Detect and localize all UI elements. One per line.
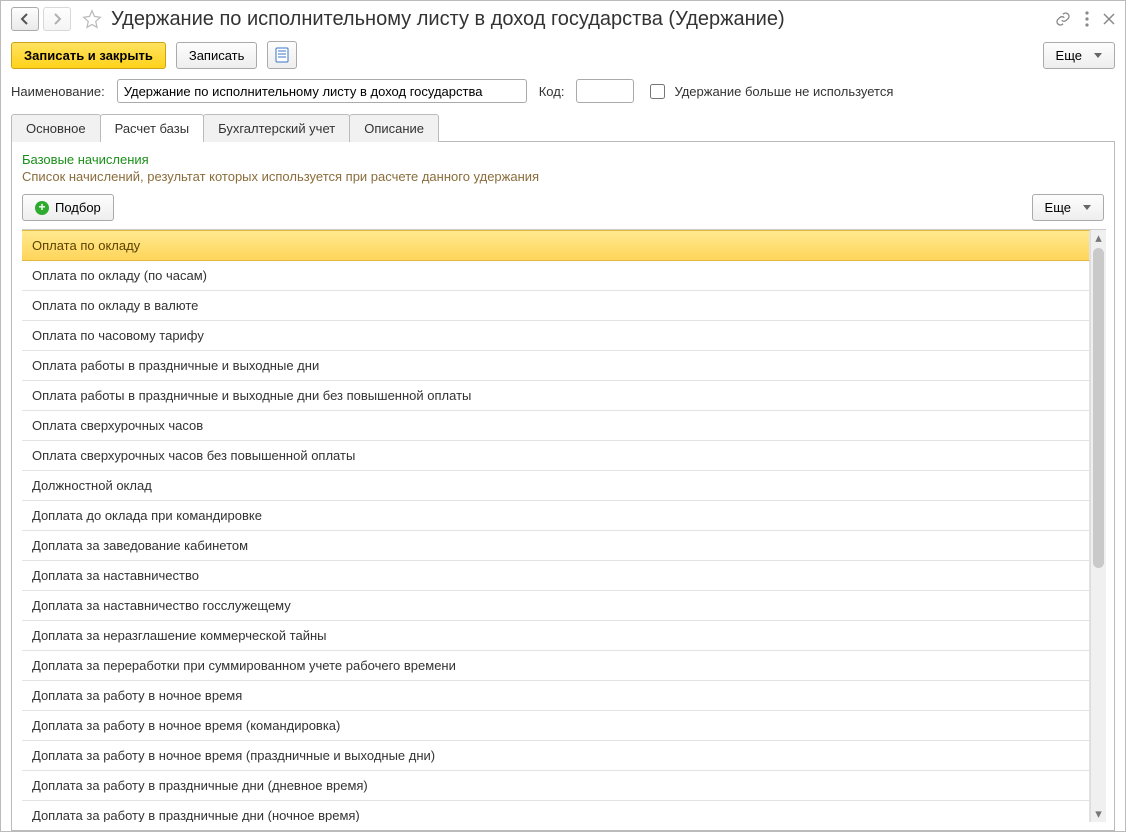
list-item[interactable]: Оплата сверхурочных часов без повышенной… (22, 441, 1090, 471)
save-button[interactable]: Записать (176, 42, 258, 69)
tab-content: Базовые начисления Список начислений, ре… (11, 141, 1115, 831)
unused-label: Удержание больше не используется (674, 84, 893, 99)
tab-1[interactable]: Расчет базы (100, 114, 205, 142)
report-button[interactable] (267, 41, 297, 69)
tab-3[interactable]: Описание (349, 114, 439, 142)
list-item[interactable]: Доплата за наставничество (22, 561, 1090, 591)
list-item[interactable]: Оплата по окладу (22, 230, 1090, 261)
list-item[interactable]: Доплата за переработки при суммированном… (22, 651, 1090, 681)
tab-2[interactable]: Бухгалтерский учет (203, 114, 350, 142)
scroll-up-icon[interactable]: ▴ (1091, 230, 1106, 246)
list-item[interactable]: Доплата за заведование кабинетом (22, 531, 1090, 561)
tab-0[interactable]: Основное (11, 114, 101, 142)
list-item[interactable]: Оплата по окладу (по часам) (22, 261, 1090, 291)
favorite-star-icon[interactable] (81, 8, 103, 30)
list-item[interactable]: Оплата по окладу в валюте (22, 291, 1090, 321)
scroll-thumb[interactable] (1093, 248, 1104, 568)
nav-forward-button (43, 7, 71, 31)
list-item[interactable]: Доплата за неразглашение коммерческой та… (22, 621, 1090, 651)
base-list: Оплата по окладуОплата по окладу (по час… (22, 230, 1090, 822)
scrollbar[interactable]: ▴ ▾ (1090, 230, 1106, 822)
name-input[interactable] (117, 79, 527, 103)
name-label: Наименование: (11, 84, 105, 99)
report-icon (275, 47, 289, 63)
more-menu-button[interactable]: Еще (1043, 42, 1115, 69)
code-input[interactable] (576, 79, 634, 103)
pick-button-label: Подбор (55, 200, 101, 215)
list-item[interactable]: Должностной оклад (22, 471, 1090, 501)
base-section-subtitle: Список начислений, результат которых исп… (12, 169, 1114, 194)
list-item[interactable]: Оплата сверхурочных часов (22, 411, 1090, 441)
list-item[interactable]: Доплата за работу в ночное время (праздн… (22, 741, 1090, 771)
list-item[interactable]: Доплата за наставничество госслужещему (22, 591, 1090, 621)
list-item[interactable]: Доплата за работу в ночное время (команд… (22, 711, 1090, 741)
list-item[interactable]: Доплата за работу в праздничные дни (ноч… (22, 801, 1090, 822)
nav-back-button[interactable] (11, 7, 39, 31)
scroll-down-icon[interactable]: ▾ (1091, 806, 1106, 822)
plus-icon: + (35, 201, 49, 215)
list-item[interactable]: Оплата работы в праздничные и выходные д… (22, 381, 1090, 411)
base-section-title: Базовые начисления (12, 152, 1114, 169)
list-item[interactable]: Доплата за работу в ночное время (22, 681, 1090, 711)
list-item[interactable]: Доплата до оклада при командировке (22, 501, 1090, 531)
link-icon[interactable] (1055, 11, 1071, 27)
window-title: Удержание по исполнительному листу в дох… (111, 8, 1043, 31)
list-item[interactable]: Доплата за работу в праздничные дни (дне… (22, 771, 1090, 801)
kebab-menu-icon[interactable] (1085, 11, 1089, 27)
tabs: ОсновноеРасчет базыБухгалтерский учетОпи… (1, 113, 1125, 141)
unused-checkbox-wrap[interactable]: Удержание больше не используется (646, 81, 893, 102)
save-and-close-button[interactable]: Записать и закрыть (11, 42, 166, 69)
list-item[interactable]: Оплата по часовому тарифу (22, 321, 1090, 351)
pick-button[interactable]: + Подбор (22, 194, 114, 221)
unused-checkbox[interactable] (650, 84, 665, 99)
list-more-button[interactable]: Еще (1032, 194, 1104, 221)
code-label: Код: (539, 84, 565, 99)
close-icon[interactable] (1103, 13, 1115, 25)
list-item[interactable]: Оплата работы в праздничные и выходные д… (22, 351, 1090, 381)
